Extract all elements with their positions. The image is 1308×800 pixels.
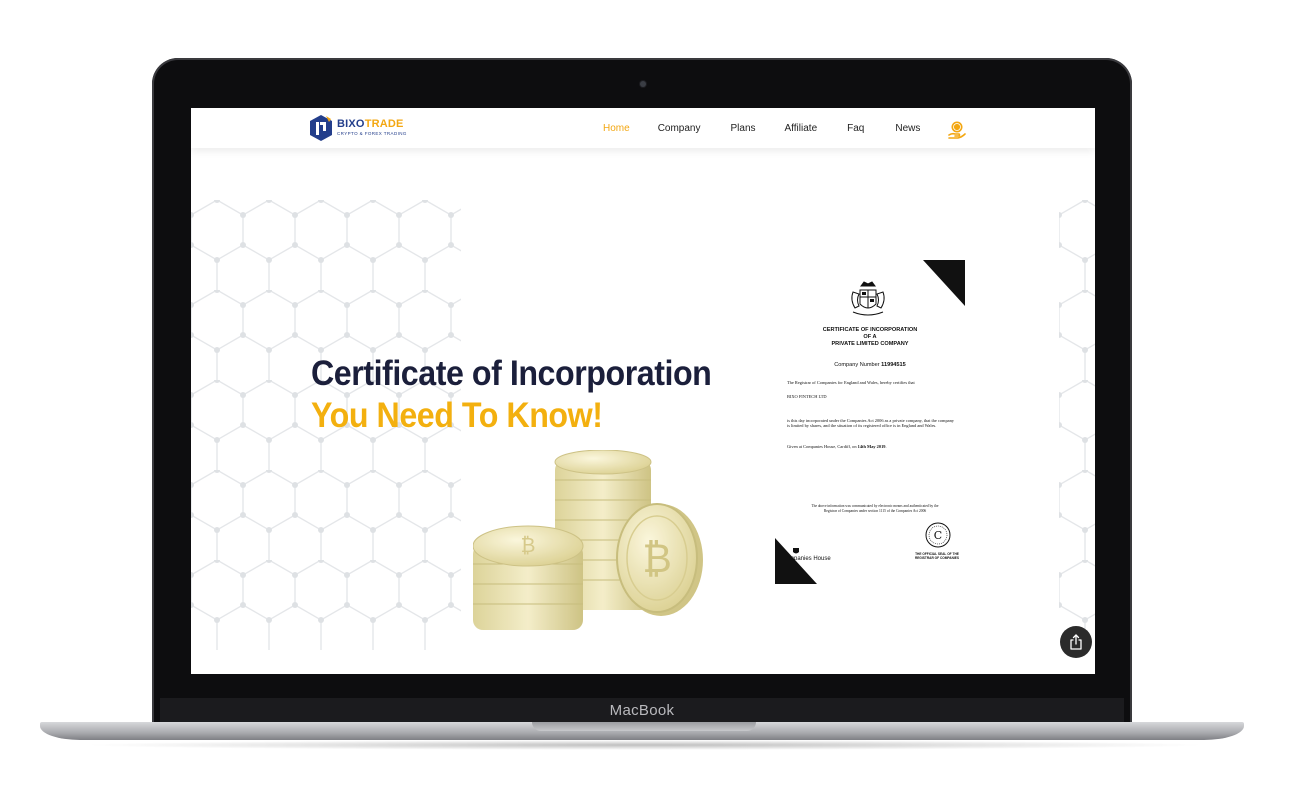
- share-icon: [1070, 634, 1082, 650]
- bezel-brand-label: MacBook: [609, 702, 675, 719]
- hero-subtitle: You Need To Know!: [311, 396, 603, 435]
- laptop-notch: [532, 722, 756, 731]
- logo-text: BIXOTRADE CRYPTO & FOREX TRADING: [337, 119, 407, 137]
- laptop-shadow: [80, 740, 1210, 750]
- laptop-screen: BIXOTRADE CRYPTO & FOREX TRADING Home Co…: [191, 108, 1095, 674]
- nav-item-plans[interactable]: Plans: [731, 123, 756, 134]
- hexagon-pattern-background-right: [1059, 200, 1095, 650]
- main-nav: Home Company Plans Affiliate Faq News: [603, 108, 920, 148]
- certificate-document: CERTIFICATE OF INCORPORATION OF A PRIVAT…: [775, 260, 965, 584]
- nav-item-affiliate[interactable]: Affiliate: [785, 123, 818, 134]
- logo-mark-icon: [310, 115, 332, 141]
- certificate-paragraph: is this day incorporated under the Compa…: [787, 418, 955, 429]
- official-seal-icon: C: [925, 522, 951, 548]
- coin-hand-icon[interactable]: [948, 120, 966, 140]
- svg-text:C: C: [934, 529, 942, 542]
- company-number: Company Number 11994515: [834, 362, 906, 368]
- nav-item-company[interactable]: Company: [658, 123, 701, 134]
- site-header: BIXOTRADE CRYPTO & FOREX TRADING Home Co…: [191, 108, 1095, 148]
- logo-tagline: CRYPTO & FOREX TRADING: [337, 131, 407, 137]
- royal-coat-of-arms-icon: [851, 281, 885, 316]
- nav-item-news[interactable]: News: [895, 123, 920, 134]
- share-button[interactable]: [1060, 626, 1092, 658]
- companies-house-label: mpanies House: [789, 556, 831, 562]
- certificate-paragraph: The Registrar of Companies for England a…: [787, 380, 915, 385]
- nav-item-home[interactable]: Home: [603, 123, 630, 134]
- seal-caption: THE OFFICIAL SEAL OF THE REGISTRAR OF CO…: [914, 552, 960, 560]
- bitcoin-coins-illustration: ₿ ₿: [473, 450, 703, 630]
- logo-name: BIXOTRADE: [337, 118, 404, 131]
- companies-house-crest-icon: [793, 548, 799, 554]
- certificate-given-at: Given at Companies House, Cardiff, on 14…: [787, 444, 887, 449]
- certificate-footnote: The above information was communicated b…: [811, 504, 939, 513]
- webcam: [640, 81, 646, 87]
- svg-text:₿: ₿: [521, 533, 536, 557]
- company-name: BIXO FINTECH LTD: [787, 394, 827, 399]
- nav-item-faq[interactable]: Faq: [847, 123, 864, 134]
- certificate-heading: CERTIFICATE OF INCORPORATION OF A PRIVAT…: [822, 327, 918, 347]
- site-logo[interactable]: BIXOTRADE CRYPTO & FOREX TRADING: [309, 112, 407, 144]
- svg-text:₿: ₿: [642, 536, 672, 582]
- hero-title: Certificate of Incorporation: [311, 354, 712, 393]
- laptop-bezel: MacBook: [160, 698, 1124, 724]
- corner-decoration: [923, 260, 965, 306]
